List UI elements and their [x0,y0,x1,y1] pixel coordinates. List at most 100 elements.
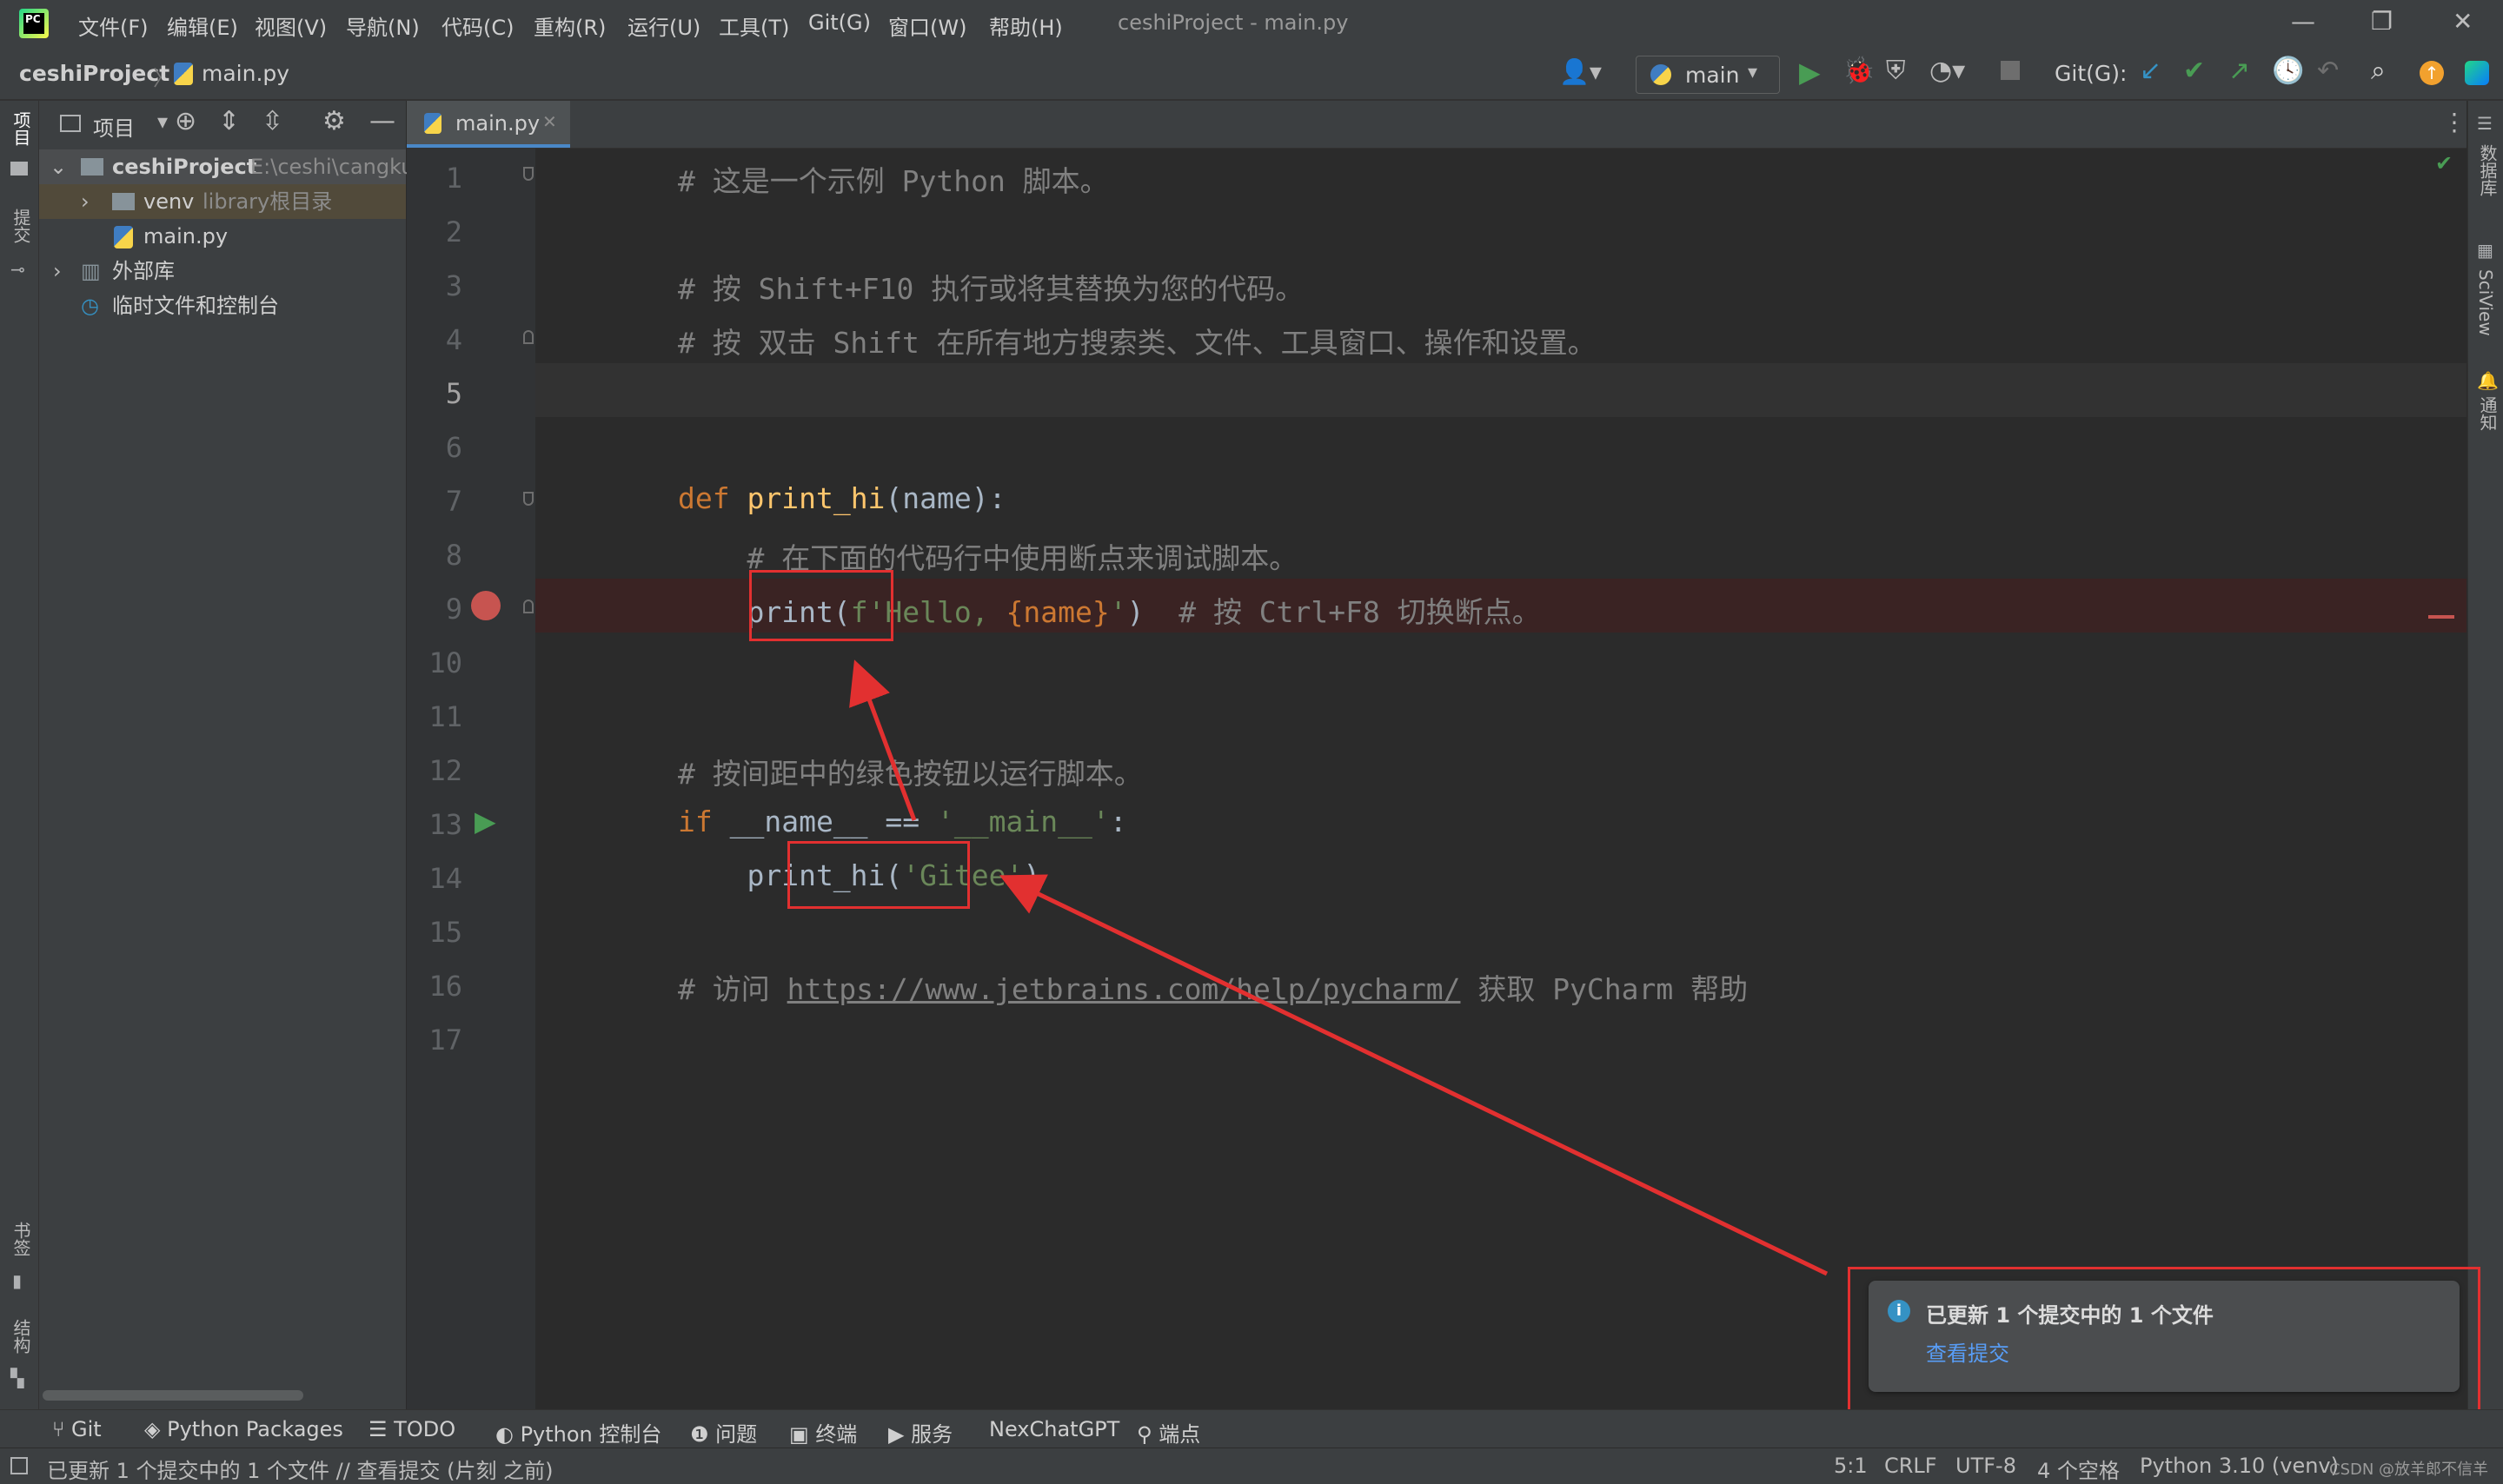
menu-edit[interactable]: 编辑(E) [167,10,238,41]
code-line-3: # 按 Shift+F10 执行或将其替换为您的代码。 [678,266,1304,308]
stripe-commit[interactable]: 提交 [9,209,34,243]
git-push-icon[interactable]: ↗ [2228,56,2250,86]
stripe-structure[interactable]: 结构 [9,1319,34,1354]
tree-item-scratches[interactable]: ◷ 临时文件和控制台 [39,288,406,323]
menu-view[interactable]: 视图(V) [255,10,327,41]
status-encoding[interactable]: UTF-8 [1955,1454,2016,1478]
rollback-icon[interactable]: ↶ [2317,56,2339,86]
caret-line-highlight [535,363,2466,417]
line-number: 5 [445,377,462,410]
user-icon[interactable]: 👤▾ [1559,57,1602,86]
tool-tab-terminal[interactable]: ▣ 终端 [789,1417,857,1448]
menu-run[interactable]: 运行(U) [627,10,700,41]
git-commit-icon[interactable]: ✔ [2183,56,2205,86]
menu-file[interactable]: 文件(F) [78,10,149,41]
python-console-icon: ◐ [495,1422,521,1447]
tool-tab-label: Git [71,1417,102,1441]
watermark: CSDN @放羊郎不信羊 [2329,1461,2489,1479]
stripe-database[interactable]: 数据库 [2475,144,2500,196]
tree-item-venv[interactable]: › venv library根目录 [39,184,406,219]
status-interpreter[interactable]: Python 3.10 (venv) [2140,1454,2339,1478]
problems-icon: ❶ [690,1422,716,1447]
code-area[interactable]: # 这是一个示例 Python 脚本。 # 按 Shift+F10 执行或将其替… [535,148,2466,1411]
tree-hint-project-path: E:\ceshi\cangku [250,155,415,179]
menu-window[interactable]: 窗口(W) [888,10,966,41]
status-message[interactable]: 已更新 1 个提交中的 1 个文件 // 查看提交 (片刻 之前) [47,1454,553,1484]
no-problems-check-icon[interactable]: ✔ [2435,151,2453,176]
stop-icon[interactable] [2001,61,2020,80]
status-caret-position[interactable]: 5:1 [1834,1454,1868,1478]
status-line-separator[interactable]: CRLF [1884,1454,1937,1478]
stripe-sciview[interactable]: SciView [2475,269,2496,336]
tool-tab-services[interactable]: ▶ 服务 [888,1417,953,1448]
menu-code[interactable]: 代码(C) [442,10,514,41]
update-icon[interactable]: ↑ [2420,61,2444,85]
hide-panel-icon[interactable]: — [369,106,395,136]
tree-item-main-py[interactable]: main.py [39,219,406,254]
project-view-dropdown-icon[interactable]: ▾ [157,109,168,134]
restore-button[interactable]: ❐ [2371,7,2393,36]
menu-refactor[interactable]: 重构(R) [534,10,606,41]
fold-marker-icon[interactable] [523,600,534,613]
tool-tab-python-console[interactable]: ◐ Python 控制台 [495,1417,661,1448]
stripe-project[interactable]: 项目 [9,111,34,146]
gear-icon[interactable]: ⚙ [322,106,346,136]
tool-tab-nexchatgpt[interactable]: NexChatGPT [989,1417,1119,1441]
tool-tab-python-packages[interactable]: ◈ Python Packages [144,1417,343,1441]
history-icon[interactable]: 🕓 [2272,56,2304,86]
stripe-bookmarks[interactable]: 书签 [9,1222,34,1256]
string: ' [1109,595,1127,629]
code-text: __name__ == [729,805,938,838]
minimize-button[interactable]: — [2291,7,2315,36]
horizontal-scrollbar[interactable] [43,1390,303,1401]
packages-icon: ◈ [144,1417,168,1441]
annotation-box-notification [1848,1267,2480,1423]
tool-tab-endpoints[interactable]: ⚲ 端点 [1137,1417,1200,1448]
tree-item-external-libraries[interactable]: › ▥ 外部库 [39,254,406,288]
breadcrumb-project[interactable]: ceshiProject [19,61,169,86]
breadcrumb-file[interactable]: main.py [202,61,289,86]
run-icon[interactable]: ▶ [1799,56,1821,89]
profile-icon[interactable]: ◔▾ [1929,56,1965,86]
menu-tools[interactable]: 工具(T) [719,10,789,41]
locate-icon[interactable]: ⊕ [175,106,196,136]
code-text: ) [1126,595,1179,629]
fold-marker-icon[interactable] [523,330,534,344]
tree-label-main-py: main.py [143,224,229,248]
close-tab-icon[interactable]: ✕ [542,111,557,132]
project-panel-title[interactable]: 项目 [93,111,135,142]
search-icon[interactable]: ⌕ [2371,56,2386,86]
help-link[interactable]: https://www.jetbrains.com/help/pycharm/ [787,972,1461,1006]
project-toolbar: 项目 ▾ ⊕ ⇕ ⇳ ⚙ — [39,101,406,150]
tool-tab-label: 端点 [1159,1422,1201,1447]
status-indent[interactable]: 4 个空格 [2037,1454,2120,1484]
tab-main-py[interactable]: main.py ✕ [407,101,570,148]
debug-icon[interactable]: 🐞 [1842,56,1875,86]
menu-git[interactable]: Git(G) [808,10,871,35]
menu-help[interactable]: 帮助(H) [989,10,1063,41]
stripe-notifications[interactable]: 通知 [2475,396,2500,431]
status-window-icon[interactable] [10,1457,28,1474]
more-options-icon[interactable]: ⋮ [2442,108,2466,136]
breakpoint-icon[interactable] [471,591,501,620]
close-button[interactable]: ✕ [2453,7,2473,36]
git-update-icon[interactable]: ↙ [2140,56,2161,86]
run-gutter-icon[interactable]: ▶ [475,805,496,838]
collapse-all-icon[interactable]: ⇳ [262,106,283,136]
tab-label: main.py [455,111,541,136]
expand-all-icon[interactable]: ⇕ [218,106,240,136]
python-file-icon [174,63,193,85]
run-config-selector[interactable]: main ▾ [1636,56,1780,94]
fold-marker-icon[interactable] [523,167,534,181]
tree-item-project-root[interactable]: ⌄ ceshiProject E:\ceshi\cangku [39,149,414,184]
coverage-icon[interactable]: ⛨ [1886,56,1906,86]
menu-navigate[interactable]: 导航(N) [346,10,420,41]
tool-tab-git[interactable]: ⑂ Git [52,1417,102,1441]
jetbrains-toolbox-icon[interactable] [2465,61,2489,85]
tool-tab-todo[interactable]: ☰ TODO [368,1417,455,1441]
fold-marker-icon[interactable] [523,492,534,506]
keyword: if [678,805,730,838]
navigation-bar: ceshiProject 〉 main.py 👤▾ main ▾ ▶ 🐞 ⛨ ◔… [0,50,2503,101]
tool-tab-problems[interactable]: ❶ 问题 [690,1417,757,1448]
tree-label-project-root: ceshiProject [112,155,257,179]
